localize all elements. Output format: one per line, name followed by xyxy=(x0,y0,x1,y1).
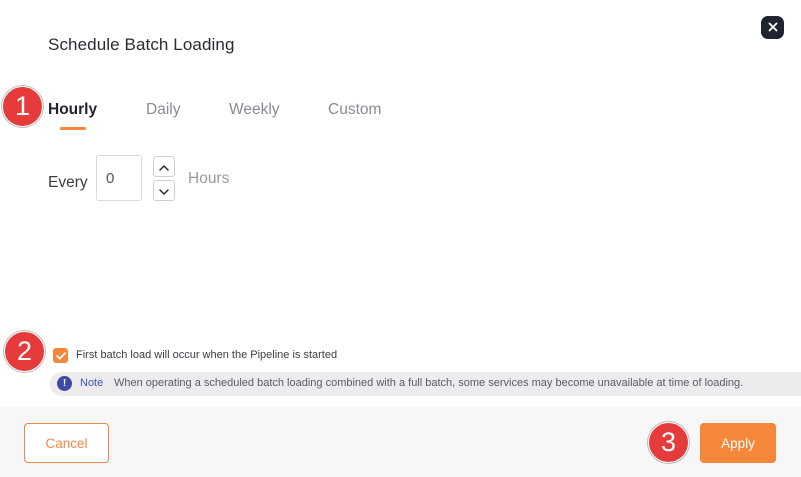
every-label: Every xyxy=(48,174,88,191)
decrement-button[interactable] xyxy=(153,180,175,201)
note-banner: ! Note When operating a scheduled batch … xyxy=(50,372,801,396)
tab-hourly[interactable]: Hourly xyxy=(48,101,98,130)
dialog-title: Schedule Batch Loading xyxy=(48,35,235,54)
note-label: Note xyxy=(80,377,104,389)
close-button[interactable] xyxy=(761,16,784,39)
apply-button[interactable]: Apply xyxy=(700,423,776,463)
tab-label: Custom xyxy=(328,101,382,118)
increment-button[interactable] xyxy=(153,156,175,177)
chevron-down-icon xyxy=(159,182,169,200)
active-tab-indicator xyxy=(60,127,86,130)
cancel-button[interactable]: Cancel xyxy=(24,423,109,463)
note-text: When operating a scheduled batch loading… xyxy=(114,377,744,389)
annotation-badge-3: 3 xyxy=(648,422,689,463)
annotation-badge-1: 1 xyxy=(2,86,43,127)
close-icon xyxy=(768,19,778,37)
hours-interval-input[interactable] xyxy=(96,155,142,201)
chevron-up-icon xyxy=(159,158,169,176)
exclamation-icon: ! xyxy=(57,376,72,391)
tab-label: Daily xyxy=(146,101,181,118)
first-load-checkbox[interactable] xyxy=(53,348,68,363)
tab-label: Weekly xyxy=(229,101,280,118)
tab-daily[interactable]: Daily xyxy=(146,101,180,119)
schedule-batch-loading-dialog: Schedule Batch Loading Hourly Daily Week… xyxy=(0,0,801,477)
tab-weekly[interactable]: Weekly xyxy=(229,101,280,119)
tab-label: Hourly xyxy=(48,101,98,118)
first-load-label: First batch load will occur when the Pip… xyxy=(76,349,338,361)
checkmark-icon xyxy=(55,347,66,365)
hours-unit-label: Hours xyxy=(188,170,230,187)
tab-custom[interactable]: Custom xyxy=(328,101,381,119)
annotation-badge-2: 2 xyxy=(4,331,45,372)
